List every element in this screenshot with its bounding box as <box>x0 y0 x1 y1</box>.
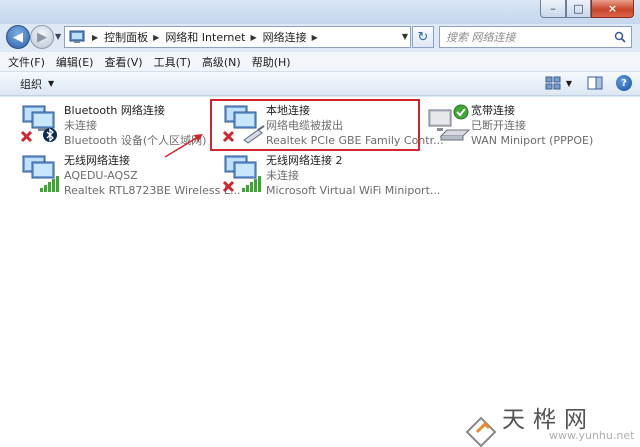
maximize-button[interactable]: □ <box>566 0 591 18</box>
control-panel-icon <box>68 29 86 45</box>
connection-text: Bluetooth 网络连接 未连接 Bluetooth 设备(个人区域网) <box>64 103 206 148</box>
watermark-url: www.yunhu.net <box>549 429 635 442</box>
title-bar: – □ × <box>0 0 640 24</box>
recent-pages-dropdown-icon[interactable]: ▼ <box>55 32 61 41</box>
connection-device: WAN Miniport (PPPOE) <box>471 134 594 147</box>
breadcrumb-separator-icon[interactable]: ▶ <box>153 33 159 42</box>
connection-name: 宽带连接 <box>471 104 515 117</box>
wireless-connection-icon <box>22 155 59 192</box>
search-placeholder: 搜索 网络连接 <box>446 31 516 44</box>
organize-label: 组织 <box>20 77 42 91</box>
menu-bar: 文件(F) 编辑(E) 查看(V) 工具(T) 高级(N) 帮助(H) <box>0 52 640 72</box>
connection-text: 无线网络连接 2 未连接 Microsoft Virtual WiFi Mini… <box>266 153 440 198</box>
menu-help[interactable]: 帮助(H) <box>252 54 291 70</box>
chevron-down-icon: ▼ <box>48 79 55 88</box>
menu-view[interactable]: 查看(V) <box>104 54 142 70</box>
breadcrumb-separator-icon[interactable]: ▶ <box>251 33 257 42</box>
connection-bluetooth[interactable]: Bluetooth 网络连接 未连接 Bluetooth 设备(个人区域网) <box>20 102 206 152</box>
minimize-button[interactable]: – <box>540 0 566 18</box>
back-button[interactable]: ◀ <box>6 25 30 49</box>
navigation-bar: ◀ ▶ ▼ ▶ 控制面板 ▶ 网络和 Internet ▶ 网络连接 ▶ ▼ ↻… <box>0 24 640 50</box>
change-view-icon[interactable] <box>544 75 562 91</box>
organize-button[interactable]: 组织 ▼ <box>20 76 54 92</box>
connection-name: Bluetooth 网络连接 <box>64 104 165 117</box>
connection-status: AQEDU-AQSZ <box>64 169 138 182</box>
connection-text: 无线网络连接 AQEDU-AQSZ Realtek RTL8723BE Wire… <box>64 153 240 198</box>
breadcrumb-network-internet[interactable]: 网络和 Internet <box>165 29 245 45</box>
connection-device: Microsoft Virtual WiFi Miniport... <box>266 184 441 197</box>
help-icon[interactable]: ? <box>616 75 632 91</box>
broadband-connection-icon <box>428 104 471 141</box>
connection-name: 无线网络连接 <box>64 154 130 167</box>
menu-tools[interactable]: 工具(T) <box>154 54 191 70</box>
connection-broadband[interactable]: 宽带连接 已断开连接 WAN Miniport (PPPOE) <box>427 102 627 152</box>
highlight-box <box>210 99 420 151</box>
connection-status: 未连接 <box>64 119 97 132</box>
address-dropdown-icon[interactable]: ▼ <box>402 32 408 41</box>
connection-text: 宽带连接 已断开连接 WAN Miniport (PPPOE) <box>471 103 593 148</box>
forward-button[interactable]: ▶ <box>30 25 54 49</box>
connection-wireless-2[interactable]: 无线网络连接 2 未连接 Microsoft Virtual WiFi Mini… <box>222 152 440 202</box>
search-input[interactable]: 搜索 网络连接 <box>439 26 632 48</box>
bluetooth-connection-icon <box>20 105 57 143</box>
toolbar-right-group: ▼ ? <box>544 75 632 91</box>
refresh-button[interactable]: ↻ <box>412 26 434 48</box>
command-bar: 组织 ▼ ▼ ? <box>0 72 640 96</box>
wireless-connection-icon <box>222 155 261 193</box>
search-icon[interactable] <box>614 31 626 43</box>
window-controls: – □ × <box>540 0 634 18</box>
breadcrumb-control-panel[interactable]: 控制面板 <box>104 29 148 45</box>
preview-pane-icon[interactable] <box>586 75 604 91</box>
connection-device: Bluetooth 设备(个人区域网) <box>64 134 207 147</box>
connection-name: 无线网络连接 2 <box>266 154 343 167</box>
connection-wireless[interactable]: 无线网络连接 AQEDU-AQSZ Realtek RTL8723BE Wire… <box>20 152 240 202</box>
address-bar[interactable]: ▶ 控制面板 ▶ 网络和 Internet ▶ 网络连接 ▶ ▼ <box>64 26 411 48</box>
view-options-dropdown-icon[interactable]: ▼ <box>566 79 572 88</box>
connection-status: 未连接 <box>266 169 299 182</box>
breadcrumb-separator-icon: ▶ <box>92 32 99 42</box>
refresh-icon: ↻ <box>417 29 429 45</box>
breadcrumb-separator-icon[interactable]: ▶ <box>312 33 318 42</box>
menu-advanced[interactable]: 高级(N) <box>202 54 241 70</box>
breadcrumb-network-connections[interactable]: 网络连接 <box>263 29 307 45</box>
menu-edit[interactable]: 编辑(E) <box>56 54 94 70</box>
menu-file[interactable]: 文件(F) <box>8 54 45 70</box>
connection-device: Realtek RTL8723BE Wireless L... <box>64 184 241 197</box>
connection-status: 已断开连接 <box>471 119 526 132</box>
close-button[interactable]: × <box>591 0 634 18</box>
